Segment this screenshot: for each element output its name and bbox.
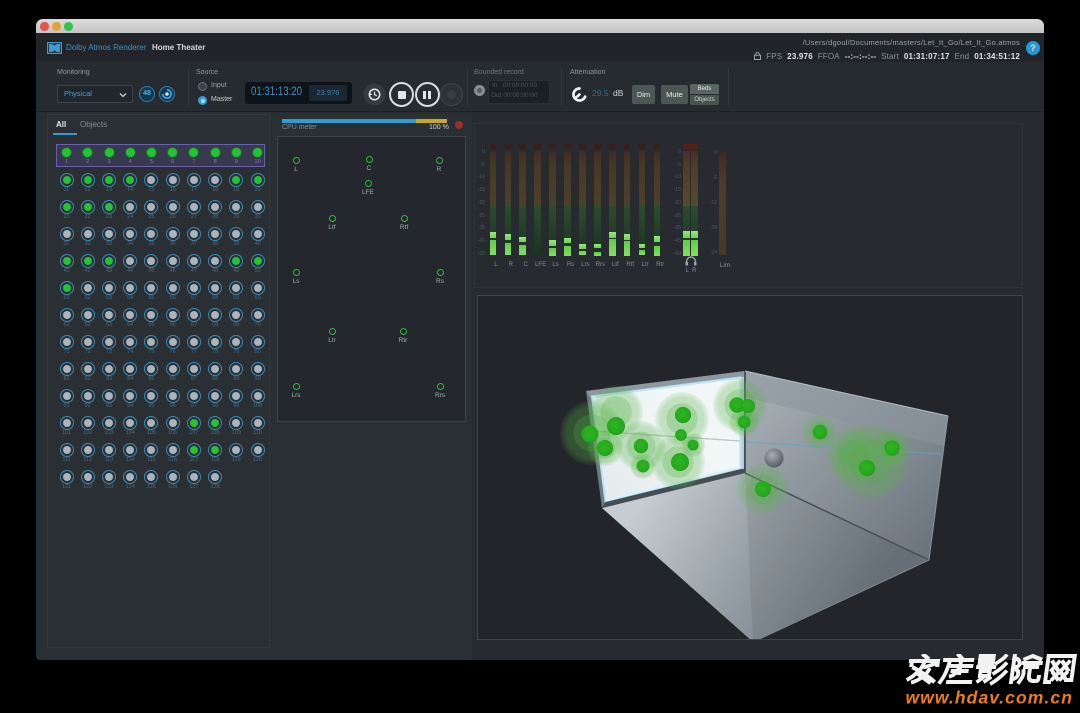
svg-text:www.hdav.com.cn: www.hdav.com.cn xyxy=(905,688,1073,708)
